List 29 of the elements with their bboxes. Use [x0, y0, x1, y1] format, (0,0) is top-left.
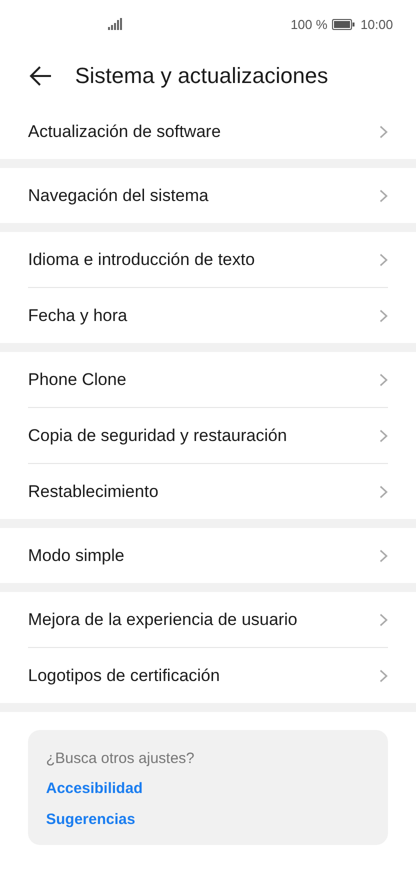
chevron-icon: [379, 124, 388, 138]
chevron-icon: [379, 252, 388, 266]
chevron-icon: [379, 548, 388, 562]
chevron-icon: [379, 668, 388, 682]
signal-icon: [108, 18, 122, 30]
settings-item[interactable]: Copia de seguridad y restauración: [28, 407, 388, 463]
clock-time: 10:00: [360, 16, 393, 32]
settings-item[interactable]: Modo simple: [28, 528, 388, 583]
chevron-icon: [379, 188, 388, 202]
settings-item[interactable]: Restablecimiento: [28, 463, 388, 519]
back-button[interactable]: [29, 66, 53, 86]
settings-item[interactable]: Logotipos de certificación: [28, 647, 388, 703]
chevron-icon: [379, 484, 388, 498]
chevron-icon: [379, 428, 388, 442]
battery-icon: [332, 18, 356, 30]
chevron-icon: [379, 372, 388, 386]
battery-percentage: 100 %: [290, 16, 328, 32]
settings-item[interactable]: Phone Clone: [28, 352, 388, 407]
settings-item[interactable]: Navegación del sistema: [28, 168, 388, 223]
settings-item[interactable]: Actualización de software: [28, 104, 388, 159]
suggestion-link[interactable]: Sugerencias: [46, 811, 136, 828]
chevron-icon: [379, 308, 388, 322]
settings-item[interactable]: Mejora de la experiencia de usuario: [28, 592, 388, 647]
suggestions-question: ¿Busca otros ajustes?: [46, 750, 196, 767]
chevron-icon: [379, 612, 388, 626]
settings-item[interactable]: Fecha y hora: [28, 287, 388, 343]
suggestion-link[interactable]: Accesibilidad: [46, 780, 143, 797]
settings-item[interactable]: Idioma e introducción de texto: [28, 232, 388, 287]
page-title: Sistema y actualizaciones: [75, 63, 328, 89]
